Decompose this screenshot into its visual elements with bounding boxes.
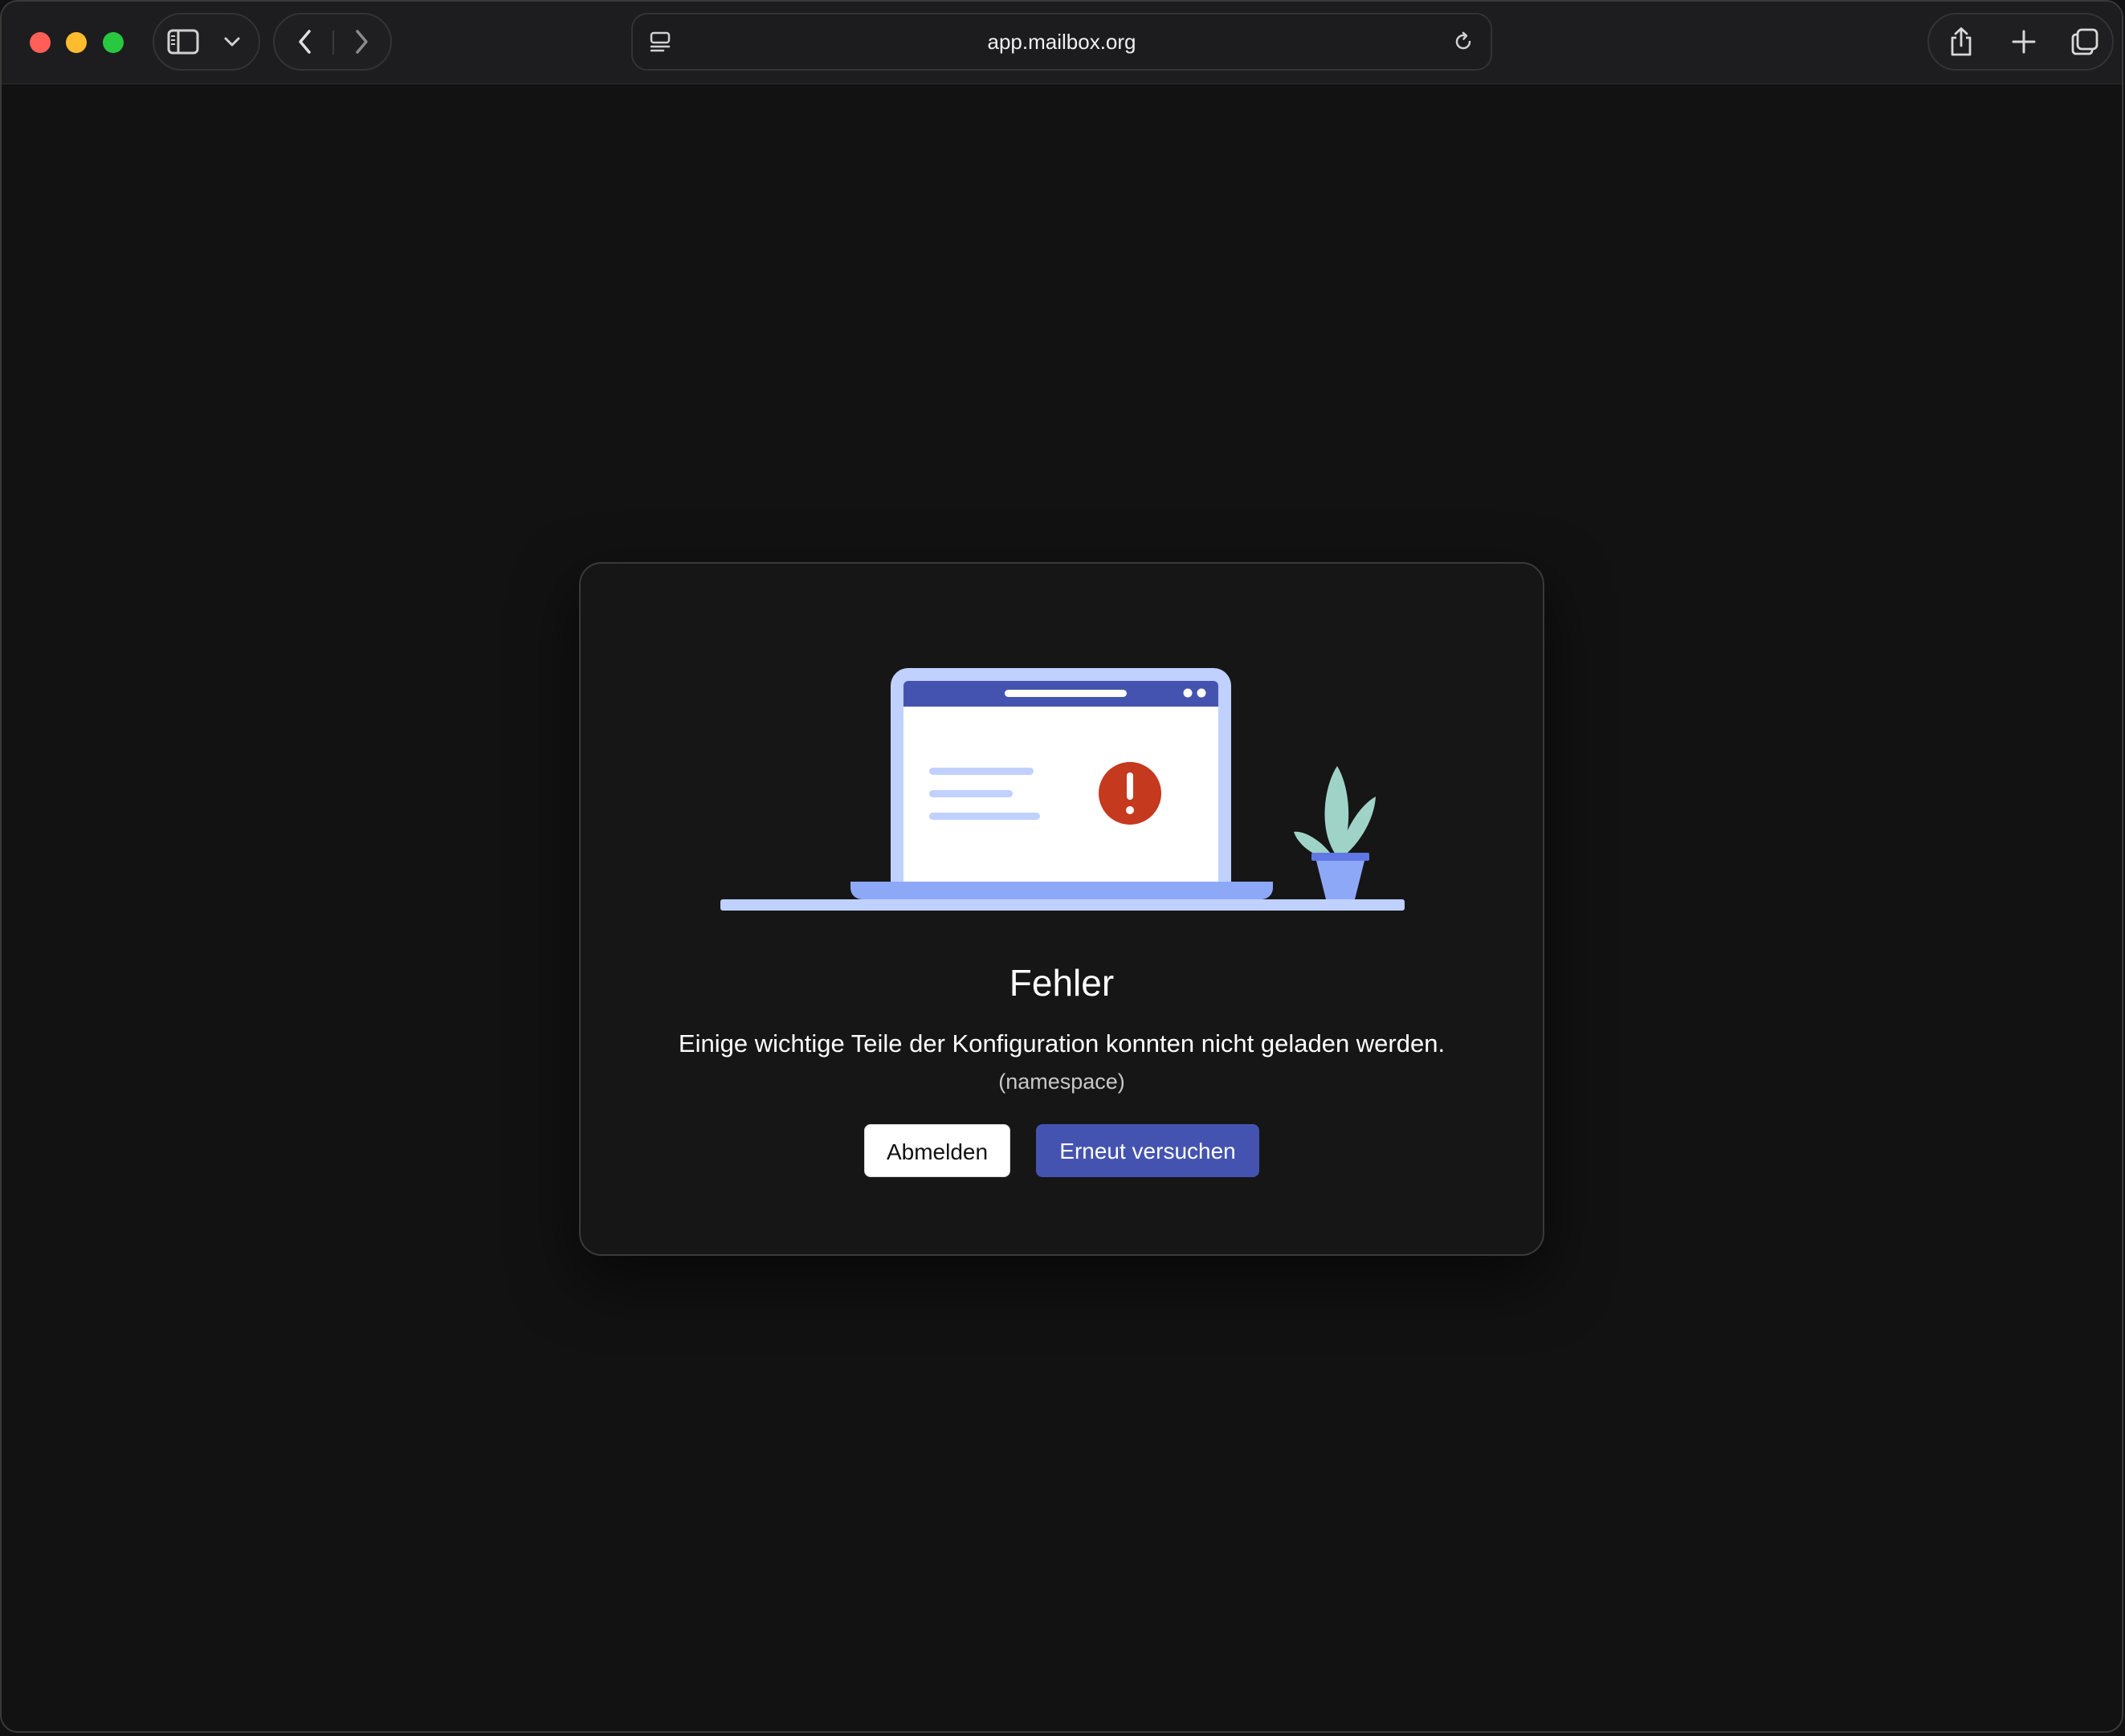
url-text[interactable]: app.mailbox.org	[633, 14, 1491, 69]
titlebar-line	[1005, 690, 1127, 697]
plant-pot	[1316, 861, 1364, 899]
toolbar-actions-group	[1927, 13, 2114, 71]
error-illustration	[720, 668, 1405, 911]
exclamation-dot	[1126, 806, 1134, 814]
minimize-window-button[interactable]	[66, 32, 87, 53]
address-bar[interactable]: app.mailbox.org	[631, 13, 1492, 71]
titlebar-dot	[1183, 688, 1193, 698]
reload-icon[interactable]	[1447, 27, 1479, 56]
plus-icon[interactable]	[2006, 24, 2041, 59]
text-line	[929, 790, 1013, 797]
error-title: Fehler	[1009, 962, 1115, 1004]
chevron-down-icon[interactable]	[218, 29, 246, 55]
navigation-group	[273, 13, 392, 71]
retry-button[interactable]: Erneut versuchen	[1036, 1124, 1259, 1177]
error-detail: (namespace)	[998, 1070, 1125, 1094]
share-icon[interactable]	[1943, 24, 1979, 59]
chevron-left-icon[interactable]	[289, 26, 321, 58]
tab-overview-icon[interactable]	[2067, 24, 2103, 59]
logout-button[interactable]: Abmelden	[864, 1124, 1010, 1177]
nav-divider	[332, 31, 334, 55]
laptop-base	[850, 882, 1273, 899]
browser-toolbar: app.mailbox.org	[2, 2, 2122, 84]
close-window-button[interactable]	[30, 32, 51, 53]
plant-pot-rim	[1311, 853, 1369, 861]
error-dialog: Fehler Einige wichtige Teile der Konfigu…	[579, 562, 1544, 1256]
exclamation-bar	[1127, 772, 1133, 800]
error-message: Einige wichtige Teile der Konfiguration …	[678, 1029, 1446, 1057]
zoom-window-button[interactable]	[103, 32, 124, 53]
titlebar-dot	[1197, 688, 1206, 698]
desk-surface	[720, 899, 1405, 911]
text-line	[929, 768, 1034, 775]
sidebar-toggle-group	[153, 13, 260, 71]
browser-window: app.mailbox.org Fehler Einige wichtige T…	[0, 0, 2123, 1733]
chevron-right-icon[interactable]	[345, 26, 377, 58]
sidebar-icon[interactable]	[165, 26, 201, 58]
bottom-edge-artifact	[122, 1731, 178, 1733]
text-line	[929, 813, 1040, 820]
